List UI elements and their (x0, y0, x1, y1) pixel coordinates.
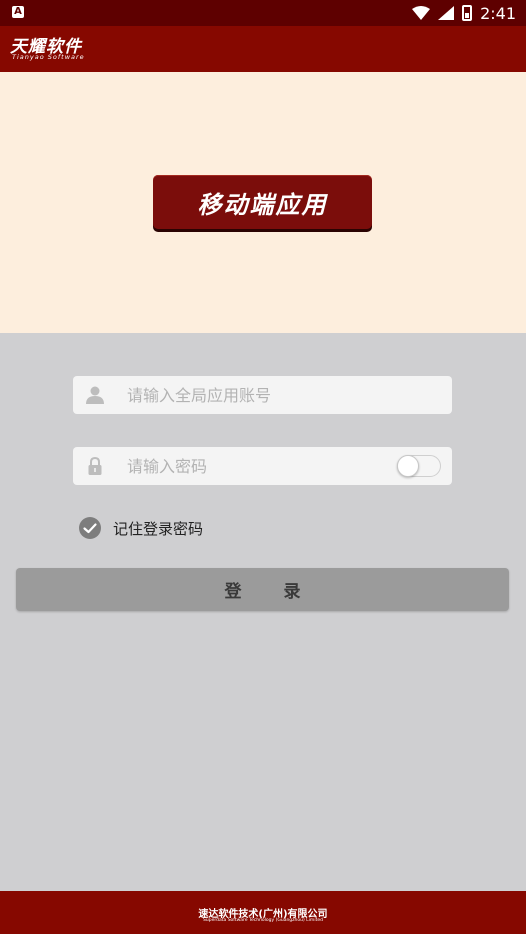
lock-icon (88, 456, 102, 475)
brand-subtitle: Tianyao Software (12, 53, 85, 61)
status-bar: A 2:41 (0, 0, 526, 26)
app-badge: 移动端应用 (153, 175, 372, 229)
status-time: 2:41 (480, 3, 516, 23)
remember-password-row[interactable]: 记住登录密码 (79, 516, 203, 540)
show-password-toggle[interactable] (397, 455, 441, 477)
battery-icon (462, 5, 473, 21)
check-icon (83, 523, 97, 534)
user-icon (86, 386, 104, 404)
app-badge-text: 移动端应用 (197, 190, 328, 219)
login-label: 登 录 (224, 582, 319, 602)
password-field[interactable] (73, 447, 452, 485)
app-header: 天耀软件 Tianyao Software (0, 26, 526, 72)
signal-icon (438, 6, 455, 20)
login-button[interactable]: 登 录 (16, 568, 509, 611)
toggle-knob (397, 455, 419, 477)
hero-banner: 移动端应用 (0, 72, 526, 333)
account-input[interactable] (127, 376, 427, 414)
status-icons: 2:41 (412, 0, 516, 26)
footer: 速达软件技术(广州)有限公司 Superdata Software Techno… (0, 891, 526, 934)
company-name-en: Superdata Software Technology (Guangzhou… (203, 918, 323, 923)
remember-checkbox[interactable] (79, 517, 101, 539)
password-input[interactable] (127, 447, 427, 485)
wifi-icon (412, 6, 431, 20)
remember-label: 记住登录密码 (113, 519, 204, 538)
account-field[interactable] (73, 376, 452, 414)
app-notification-icon: A (12, 6, 24, 18)
